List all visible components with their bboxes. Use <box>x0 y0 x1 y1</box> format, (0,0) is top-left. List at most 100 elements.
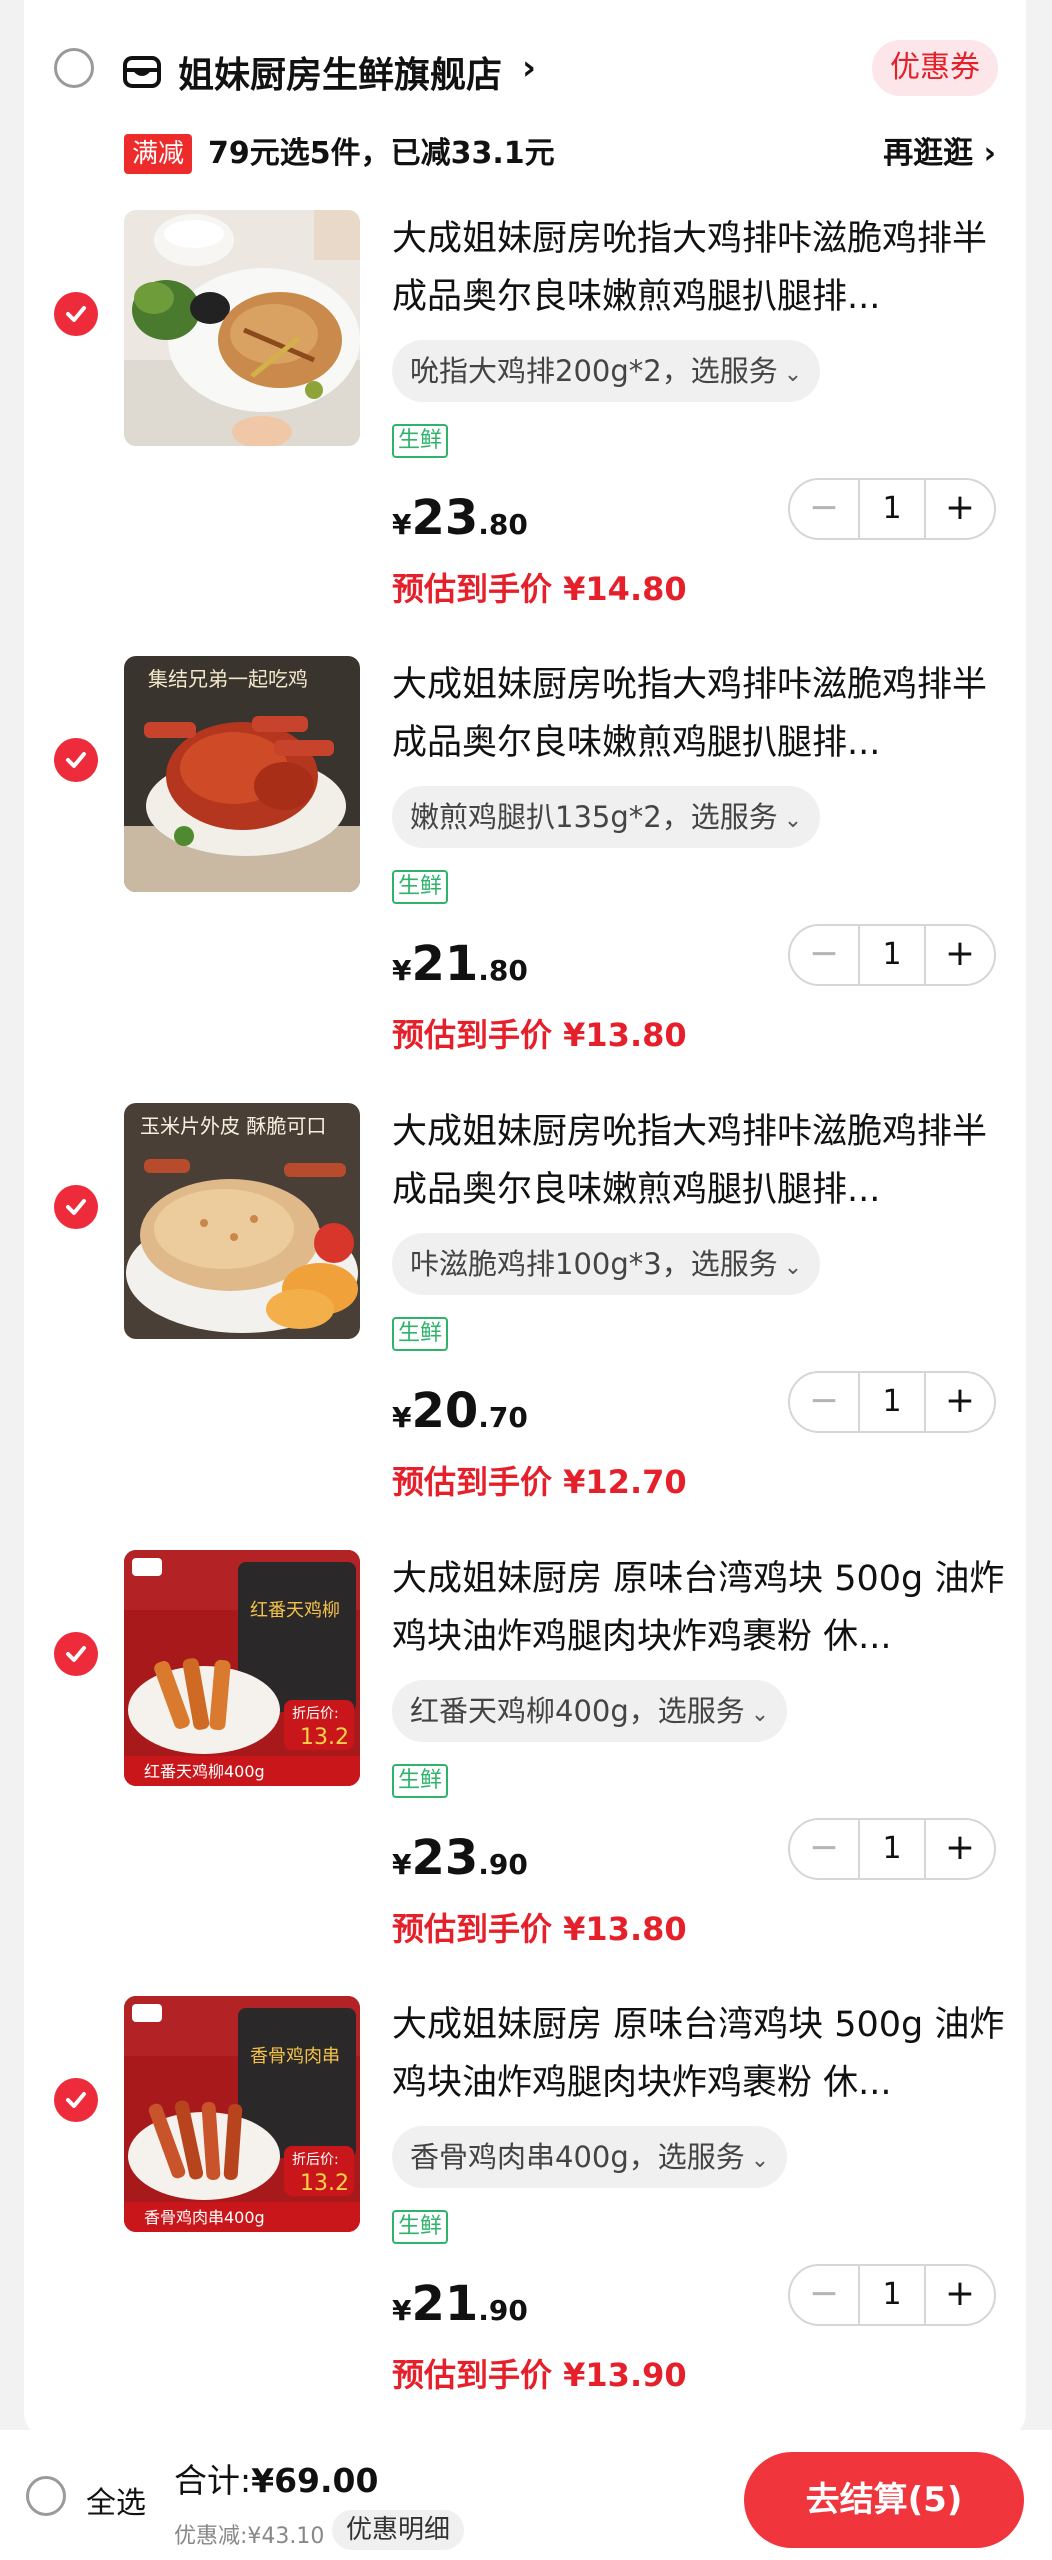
store-header: 姐妹厨房生鲜旗舰店 › 优惠券 <box>24 20 1026 130</box>
estimated-price: 预估到手价 ¥14.80 <box>392 570 687 608</box>
chevron-down-icon: ⌄ <box>783 362 803 387</box>
decrease-button[interactable]: − <box>790 2266 858 2324</box>
thumb-pack-text: 红番天鸡柳 <box>250 1600 340 1621</box>
sku-label: 咔滋脆鸡排100g*3，选服务 <box>410 1247 778 1281</box>
product-title[interactable]: 大成姐妹厨房 原味台湾鸡块 500g 油炸鸡块油炸鸡腿肉块炸鸡裹粉 休... <box>392 1550 1012 1666</box>
price-currency: ¥ <box>392 1401 412 1434</box>
quantity-value[interactable]: 1 <box>858 1820 926 1878</box>
price-decimal: .90 <box>478 1848 528 1881</box>
thumb-pack-text: 香骨鸡肉串 <box>250 2046 340 2067</box>
product-title[interactable]: 大成姐妹厨房吮指大鸡排咔滋脆鸡排半成品奥尔良味嫩煎鸡腿扒腿排... <box>392 1103 1012 1219</box>
cart-item: 玉米片外皮 酥脆可口 大成姐妹厨房吮指大鸡排咔滋脆鸡排半成品奥尔良味嫩煎鸡腿扒腿… <box>24 1103 1026 1549</box>
price-integer: 23 <box>411 1830 479 1886</box>
product-image[interactable] <box>124 210 360 446</box>
quantity-stepper: − 1 + <box>788 1371 996 1433</box>
price-integer: 20 <box>411 1383 479 1439</box>
product-title[interactable]: 大成姐妹厨房吮指大鸡排咔滋脆鸡排半成品奥尔良味嫩煎鸡腿扒腿排... <box>392 656 1012 772</box>
increase-button[interactable]: + <box>926 2266 994 2324</box>
fresh-badge: 生鲜 <box>392 2210 449 2244</box>
thumb-sale-label: 折后价: <box>292 1706 339 1722</box>
product-title[interactable]: 大成姐妹厨房 原味台湾鸡块 500g 油炸鸡块油炸鸡腿肉块炸鸡裹粉 休... <box>392 1996 1012 2112</box>
estimated-price: 预估到手价 ¥12.70 <box>392 1463 687 1501</box>
sku-label: 嫩煎鸡腿扒135g*2，选服务 <box>410 800 778 834</box>
store-chevron-icon[interactable]: › <box>522 48 536 88</box>
product-image[interactable]: 红番天鸡柳 折后价: 13.2 红番天鸡柳400g <box>124 1550 360 1786</box>
thumb-sale-price: 13.2 <box>300 2171 349 2196</box>
chevron-down-icon: ⌄ <box>783 808 803 833</box>
quantity-stepper: − 1 + <box>788 478 996 540</box>
product-image[interactable]: 集结兄弟一起吃鸡 <box>124 656 360 892</box>
price-integer: 23 <box>411 490 479 546</box>
decrease-button[interactable]: − <box>790 1820 858 1878</box>
increase-button[interactable]: + <box>926 1373 994 1431</box>
thumb-product-label: 香骨鸡肉串400g <box>144 2208 265 2227</box>
quantity-stepper: − 1 + <box>788 924 996 986</box>
price-decimal: .80 <box>478 508 528 541</box>
quantity-value[interactable]: 1 <box>858 1373 926 1431</box>
quantity-value[interactable]: 1 <box>858 2266 926 2324</box>
quantity-value[interactable]: 1 <box>858 480 926 538</box>
store-card: 姐妹厨房生鲜旗舰店 › 优惠券 满减 79元选5件，已减33.1元 再逛逛 › <box>24 0 1026 2440</box>
sku-label: 吮指大鸡排200g*2，选服务 <box>410 354 778 388</box>
coupon-button[interactable]: 优惠券 <box>872 40 998 96</box>
thumb-sale-label: 折后价: <box>292 2152 339 2168</box>
product-image[interactable]: 香骨鸡肉串 折后价: 13.2 香骨鸡肉串400g <box>124 1996 360 2232</box>
select-all-radio[interactable] <box>26 2476 66 2516</box>
item-checked-icon[interactable] <box>54 1632 98 1676</box>
price-currency: ¥ <box>392 1848 412 1881</box>
thumb-banner-text: 玉米片外皮 酥脆可口 <box>140 1114 326 1138</box>
product-image[interactable]: 玉米片外皮 酥脆可口 <box>124 1103 360 1339</box>
item-checked-icon[interactable] <box>54 738 98 782</box>
item-checked-icon[interactable] <box>54 1185 98 1229</box>
sku-selector[interactable]: 香骨鸡肉串400g，选服务 ⌄ <box>392 2126 788 2188</box>
decrease-button[interactable]: − <box>790 926 858 984</box>
checkout-bar: 全选 合计:¥69.00 优惠减:¥43.10 优惠明细 去结算(5) <box>0 2430 1052 2560</box>
total-amount: ¥69.00 <box>251 2461 379 2500</box>
decrease-button[interactable]: − <box>790 1373 858 1431</box>
price-decimal: .90 <box>478 2294 528 2327</box>
sku-selector[interactable]: 咔滋脆鸡排100g*3，选服务 ⌄ <box>392 1233 821 1295</box>
quantity-value[interactable]: 1 <box>858 926 926 984</box>
sku-selector[interactable]: 吮指大鸡排200g*2，选服务 ⌄ <box>392 340 821 402</box>
item-price: ¥21.80 <box>392 936 528 992</box>
estimated-price: 预估到手价 ¥13.80 <box>392 1910 687 1948</box>
store-select-radio[interactable] <box>54 48 94 88</box>
select-all-label[interactable]: 全选 <box>86 2478 146 2522</box>
total-label: 合计: <box>174 2461 252 2500</box>
fresh-badge: 生鲜 <box>392 1764 449 1798</box>
product-title[interactable]: 大成姐妹厨房吮指大鸡排咔滋脆鸡排半成品奥尔良味嫩煎鸡腿扒腿排... <box>392 210 1012 326</box>
sku-selector[interactable]: 红番天鸡柳400g，选服务 ⌄ <box>392 1680 788 1742</box>
price-currency: ¥ <box>392 508 412 541</box>
price-integer: 21 <box>411 936 479 992</box>
store-name[interactable]: 姐妹厨房生鲜旗舰店 <box>178 46 502 98</box>
price-decimal: .70 <box>478 1401 528 1434</box>
shop-more-link[interactable]: 再逛逛 › <box>883 130 996 178</box>
item-price: ¥23.90 <box>392 1830 528 1886</box>
item-price: ¥23.80 <box>392 490 528 546</box>
item-checked-icon[interactable] <box>54 292 98 336</box>
item-checked-icon[interactable] <box>54 2078 98 2122</box>
cart-item: 集结兄弟一起吃鸡 大成姐妹厨房吮指大鸡排咔滋脆鸡排半成品奥尔良味嫩煎鸡腿扒腿排.… <box>24 656 1026 1102</box>
discount-text: 优惠减:¥43.10 <box>174 2524 325 2549</box>
cart-item: 大成姐妹厨房吮指大鸡排咔滋脆鸡排半成品奥尔良味嫩煎鸡腿扒腿排... 吮指大鸡排2… <box>24 210 1026 656</box>
fresh-badge: 生鲜 <box>392 870 449 904</box>
cart-item: 红番天鸡柳 折后价: 13.2 红番天鸡柳400g 大成姐妹厨房 原味台湾鸡块 … <box>24 1550 1026 1996</box>
price-decimal: .80 <box>478 954 528 987</box>
increase-button[interactable]: + <box>926 480 994 538</box>
promo-bar: 满减 79元选5件，已减33.1元 再逛逛 › <box>24 130 1026 190</box>
increase-button[interactable]: + <box>926 926 994 984</box>
decrease-button[interactable]: − <box>790 480 858 538</box>
cart-item: 香骨鸡肉串 折后价: 13.2 香骨鸡肉串400g 大成姐妹厨房 原味台湾鸡块 … <box>24 1996 1026 2442</box>
sku-selector[interactable]: 嫩煎鸡腿扒135g*2，选服务 ⌄ <box>392 786 821 848</box>
checkout-button[interactable]: 去结算(5) <box>744 2452 1024 2548</box>
sku-label: 红番天鸡柳400g，选服务 <box>410 1694 745 1728</box>
total-price: 合计:¥69.00 <box>174 2454 378 2502</box>
item-price: ¥20.70 <box>392 1383 528 1439</box>
estimated-price: 预估到手价 ¥13.90 <box>392 2356 687 2394</box>
discount-detail-button[interactable]: 优惠明细 <box>332 2510 465 2550</box>
quantity-stepper: − 1 + <box>788 1818 996 1880</box>
price-integer: 21 <box>411 2276 479 2332</box>
item-price: ¥21.90 <box>392 2276 528 2332</box>
thumb-sale-price: 13.2 <box>300 1725 349 1750</box>
increase-button[interactable]: + <box>926 1820 994 1878</box>
